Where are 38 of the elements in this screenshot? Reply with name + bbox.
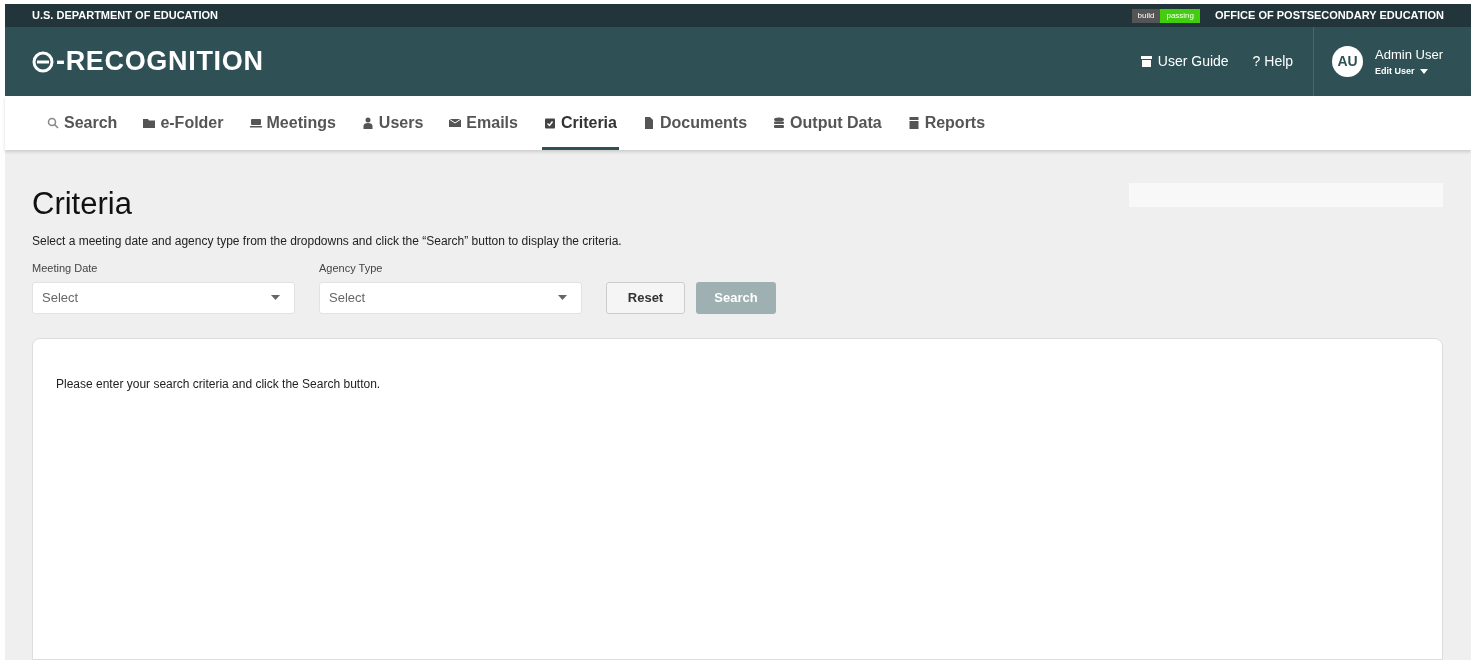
person-icon [361, 117, 374, 129]
select-dropdown[interactable]: Select [319, 281, 582, 314]
caret-icon [271, 295, 280, 300]
nav-tab[interactable]: Users [359, 96, 426, 150]
database-icon [773, 117, 786, 129]
user-guide-link[interactable]: User Guide [1140, 51, 1229, 72]
office-name: OFFICE OF POSTSECONDARY EDUCATION [1215, 8, 1444, 24]
app-logo: -RECOGNITION [56, 45, 264, 79]
nav-tab[interactable]: Output Data [771, 96, 884, 150]
caret-icon [1419, 68, 1428, 74]
folder-icon [143, 117, 156, 129]
user-name: Admin User [1375, 46, 1443, 64]
nav-tab[interactable]: Reports [905, 96, 988, 150]
clipboard-check-icon [543, 117, 556, 129]
envelope-icon [449, 117, 462, 129]
nav-tab[interactable]: Meetings [247, 96, 338, 150]
page-title: Criteria [32, 186, 132, 222]
user-avatar[interactable]: AU [1332, 46, 1364, 77]
empty-message: Please enter your search criteria and click the Search button. [56, 375, 382, 393]
laptop-icon [249, 117, 262, 129]
field-label: Meeting Date [32, 261, 99, 276]
nav-tab[interactable]: Emails [447, 96, 520, 150]
select-dropdown[interactable]: Select [32, 281, 295, 314]
nav-tab[interactable]: Search [45, 96, 120, 150]
caret-icon [558, 295, 567, 300]
logo-icon [32, 50, 54, 73]
instructions: Select a meeting date and agency type from the dropdowns and click the “Search” button to display the criteria. [32, 233, 623, 250]
agency-name: U.S. DEPARTMENT OF EDUCATION [32, 8, 218, 24]
archive-icon [907, 117, 920, 129]
edit-user-menu[interactable]: Edit User [1375, 64, 1443, 78]
search-icon [47, 117, 59, 129]
book-icon [1140, 56, 1152, 67]
nav-tab[interactable]: Documents [640, 96, 750, 150]
nav-tab[interactable]: e-Folder [141, 96, 226, 150]
reset-button[interactable]: Reset [606, 281, 685, 314]
help-link[interactable]: ? Help [1252, 51, 1294, 72]
document-icon [642, 117, 655, 129]
field-label: Agency Type [319, 261, 384, 276]
